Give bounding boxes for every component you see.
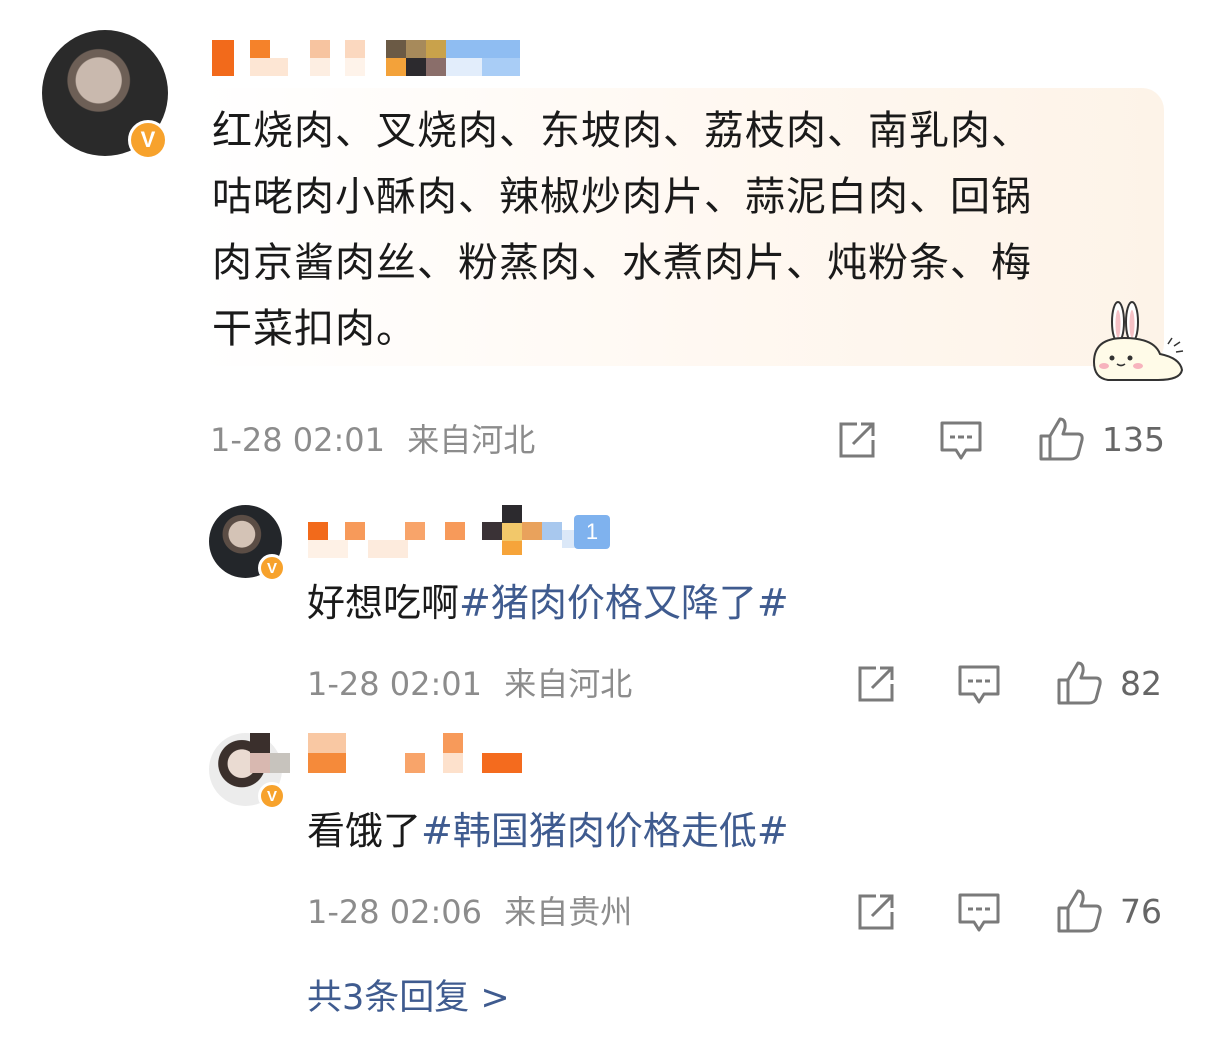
timestamp: 1-28 02:01 — [210, 421, 386, 459]
reply-meta: 1-28 02:06 来自贵州 — [307, 892, 632, 932]
comment-text: 红烧肉、叉烧肉、东坡肉、荔枝肉、南乳肉、 咕咾肉小酥肉、辣椒炒肉片、蒜泥白肉、回… — [212, 98, 1112, 362]
location: 来自贵州 — [504, 893, 633, 931]
hashtag-link[interactable]: #猪肉价格又降了# — [459, 581, 789, 625]
level-badge: 1 — [574, 515, 610, 549]
share-icon[interactable] — [856, 664, 898, 704]
more-replies-link[interactable]: 共3条回复 > — [307, 976, 510, 1020]
thumbs-up-icon[interactable] — [1056, 660, 1104, 706]
reply-text-prefix: 好想吃啊 — [307, 581, 460, 625]
comment-icon[interactable] — [957, 892, 1001, 934]
like-count: 135 — [1102, 420, 1165, 459]
verified-badge: V — [128, 120, 168, 160]
reply-text: 好想吃啊#猪肉价格又降了# — [307, 579, 789, 627]
share-icon[interactable] — [856, 892, 898, 932]
share-icon[interactable] — [837, 420, 879, 460]
comment-line: 红烧肉、叉烧肉、东坡肉、荔枝肉、南乳肉、 — [212, 108, 1032, 154]
hashtag-link[interactable]: #韩国猪肉价格走低# — [421, 809, 789, 853]
thumbs-up-icon[interactable] — [1038, 416, 1086, 462]
comment-meta: 1-28 02:01 来自河北 — [210, 420, 535, 460]
verified-badge: V — [258, 554, 286, 582]
rabbit-sticker — [1092, 301, 1184, 381]
comment-line: 肉京酱肉丝、粉蒸肉、水煮肉片、炖粉条、梅 — [212, 240, 1032, 286]
comment-icon[interactable] — [939, 420, 983, 462]
verified-badge: V — [258, 782, 286, 810]
reply-text-prefix: 看饿了 — [307, 809, 422, 853]
reply-meta: 1-28 02:01 来自河北 — [307, 664, 632, 704]
timestamp: 1-28 02:06 — [307, 893, 483, 931]
like-count: 82 — [1120, 664, 1162, 703]
location: 来自河北 — [407, 421, 536, 459]
like-count: 76 — [1120, 892, 1162, 931]
location: 来自河北 — [504, 665, 633, 703]
timestamp: 1-28 02:01 — [307, 665, 483, 703]
reply-text: 看饿了#韩国猪肉价格走低# — [307, 807, 789, 855]
comment-line: 咕咾肉小酥肉、辣椒炒肉片、蒜泥白肉、回锅 — [212, 174, 1032, 220]
comment-line: 干菜扣肉。 — [212, 306, 417, 352]
thumbs-up-icon[interactable] — [1056, 888, 1104, 934]
comment-icon[interactable] — [957, 664, 1001, 706]
